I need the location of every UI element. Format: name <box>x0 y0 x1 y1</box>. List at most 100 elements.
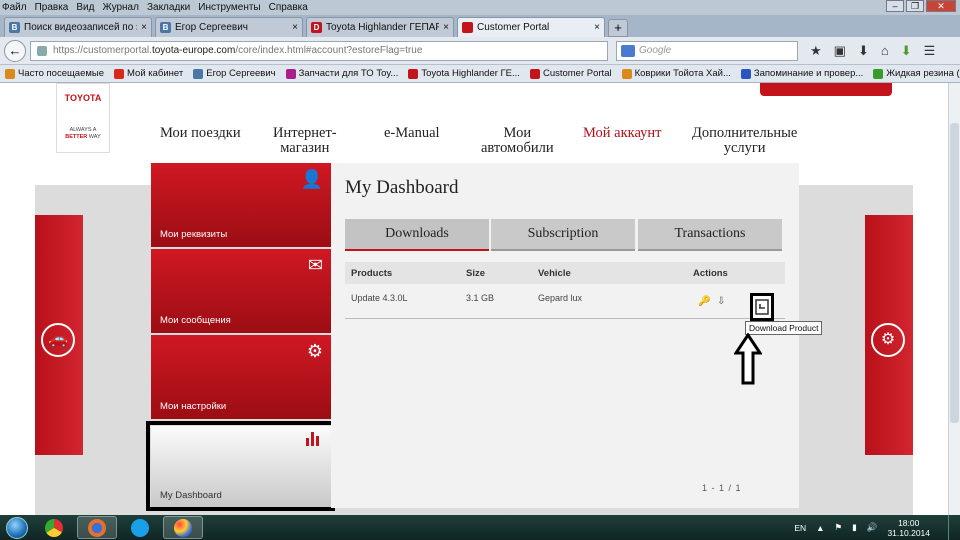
bookmark-item[interactable]: Запчасти для ТО Toy... <box>281 68 404 79</box>
browser-tab[interactable]: B Егор Сергеевич × <box>155 17 303 37</box>
menu-file[interactable]: Файл <box>0 2 31 13</box>
card-my-messages[interactable]: ✉ Мои сообщения <box>151 249 331 333</box>
menu-view[interactable]: Вид <box>72 2 98 13</box>
maximize-button[interactable]: ❐ <box>906 0 924 12</box>
page-scrollbar[interactable] <box>948 83 960 515</box>
menu-history[interactable]: Журнал <box>98 2 143 13</box>
tab-downloads[interactable]: Downloads <box>345 219 489 251</box>
minimize-button[interactable]: – <box>886 0 904 12</box>
bookmark-item[interactable]: Запоминание и провер... <box>736 68 868 79</box>
nav-emanual[interactable]: e-Manual <box>384 126 440 141</box>
up-arrow-annotation <box>734 333 762 385</box>
column-vehicle: Vehicle <box>538 268 571 279</box>
drive2-icon: D <box>311 22 322 33</box>
nav-my-account[interactable]: Мой аккаунт <box>583 126 662 141</box>
search-input[interactable]: Google <box>616 40 798 61</box>
volume-icon[interactable]: 🔊 <box>867 522 878 533</box>
taskbar-paint[interactable] <box>163 516 203 539</box>
bookmark-icon <box>193 68 204 79</box>
star-icon[interactable]: ★ <box>810 43 822 59</box>
browser-tab[interactable]: D Toyota Highlander ГЕПАР... × <box>306 17 454 37</box>
browser-tab[interactable]: B Поиск видеозаписей по з... × <box>4 17 152 37</box>
menu-edit[interactable]: Правка <box>31 2 73 13</box>
home-icon[interactable]: ⌂ <box>881 43 889 59</box>
card-my-details[interactable]: 👤 Мои реквизиты <box>151 163 331 247</box>
nav-label: магазин <box>280 140 330 156</box>
clipboard-icon[interactable]: ▣ <box>834 43 846 59</box>
taskbar-chrome[interactable] <box>34 516 74 539</box>
url-host: toyota-europe.com <box>151 45 236 56</box>
gear-icon: ⚙ <box>871 323 905 357</box>
file-download-icon[interactable]: ⇩ <box>717 296 727 308</box>
nav-extra-services[interactable]: Дополнительные услуги <box>692 126 797 156</box>
chrome-icon <box>45 518 63 537</box>
system-tray: EN ▲ ⚑ ▮ 🔊 18:00 31.10.2014 <box>794 515 930 540</box>
new-tab-button[interactable]: + <box>608 19 628 37</box>
nav-my-trips[interactable]: Мои поездки <box>160 126 241 141</box>
left-side-panel[interactable]: 🚗 <box>35 215 83 455</box>
logo-brand: TOYOTA <box>64 93 102 103</box>
cell-vehicle: Gepard lux <box>538 293 583 303</box>
download-icon[interactable]: ⬇ <box>858 43 869 59</box>
bookmark-item[interactable]: Customer Portal <box>525 68 617 79</box>
show-desktop-button[interactable] <box>948 515 960 540</box>
card-my-settings[interactable]: ⚙ Мои настройки <box>151 335 331 419</box>
envelope-icon: ✉ <box>307 255 323 275</box>
close-tab-icon[interactable]: × <box>443 22 449 33</box>
toyota-logo[interactable]: TOYOTA ALWAYS A BETTER WAY <box>56 83 110 153</box>
tab-title: Toyota Highlander ГЕПАР... <box>326 22 440 33</box>
close-window-button[interactable]: ✕ <box>926 0 956 12</box>
flag-icon[interactable]: ⚑ <box>835 522 843 533</box>
download-product-icon <box>755 299 769 315</box>
nav-my-cars[interactable]: Мои автомобили <box>481 126 554 156</box>
menu-bookmarks[interactable]: Закладки <box>143 2 194 13</box>
bookmark-item[interactable]: Егор Сергеевич <box>188 68 280 79</box>
back-button[interactable]: ← <box>4 39 26 62</box>
clock[interactable]: 18:00 31.10.2014 <box>887 518 930 538</box>
tray-arrow-icon[interactable]: ▲ <box>816 523 824 533</box>
toyota-icon <box>462 22 473 33</box>
menu-tools[interactable]: Инструменты <box>194 2 264 13</box>
logo-tag-better: BETTER <box>65 134 88 140</box>
bookmark-icon <box>529 68 540 79</box>
bookmarks-bar: Часто посещаемые Мой кабинет Егор Сергее… <box>0 65 960 83</box>
scrollbar-thumb[interactable] <box>950 123 959 423</box>
right-side-panel[interactable]: ⚙ <box>865 215 913 455</box>
menu-icon[interactable]: ☰ <box>924 43 936 59</box>
bookmark-item[interactable]: Toyota Highlander ГЕ... <box>403 68 525 79</box>
download-product-button[interactable] <box>750 293 774 321</box>
taskbar-firefox[interactable] <box>77 516 117 539</box>
close-tab-icon[interactable]: × <box>141 22 147 33</box>
key-icon[interactable]: 🔑 <box>698 296 710 308</box>
bookmark-item[interactable]: Часто посещаемые <box>0 68 109 79</box>
firefox-icon <box>88 518 106 537</box>
bookmark-item[interactable]: Жидкая резина (400м... <box>868 68 960 79</box>
addon-icon[interactable]: ⬇ <box>901 43 912 59</box>
tab-transactions[interactable]: Transactions <box>638 219 782 251</box>
cell-product: Update 4.3.0L <box>351 293 408 303</box>
page-title: My Dashboard <box>345 177 459 198</box>
start-button[interactable] <box>0 515 34 540</box>
lock-icon <box>37 45 47 56</box>
url-path: /core/index.html#account?estoreFlag=true <box>235 45 423 56</box>
bookmark-label: Коврики Тойота Хай... <box>634 68 731 79</box>
taskbar-skype[interactable] <box>120 516 160 539</box>
bookmark-item[interactable]: Мой кабинет <box>109 68 188 79</box>
network-icon[interactable]: ▮ <box>852 522 857 533</box>
address-bar[interactable]: https://customerportal. toyota-europe.com… <box>30 40 608 61</box>
menu-help[interactable]: Справка <box>265 2 312 13</box>
language-indicator[interactable]: EN <box>794 523 806 533</box>
browser-tab-active[interactable]: Customer Portal × <box>457 17 605 37</box>
close-tab-icon[interactable]: × <box>292 22 298 33</box>
bookmark-item[interactable]: Коврики Тойота Хай... <box>617 68 736 79</box>
bookmark-label: Мой кабинет <box>127 68 184 79</box>
cart-button[interactable] <box>760 83 892 96</box>
search-placeholder: Google <box>639 45 672 56</box>
nav-shop[interactable]: Интернет-магазин <box>273 126 337 156</box>
bookmark-icon <box>5 68 15 79</box>
close-tab-icon[interactable]: × <box>594 22 600 33</box>
clock-time: 18:00 <box>898 517 920 528</box>
highlight-box <box>146 421 335 511</box>
tab-subscription[interactable]: Subscription <box>491 219 635 251</box>
column-size: Size <box>466 268 486 279</box>
